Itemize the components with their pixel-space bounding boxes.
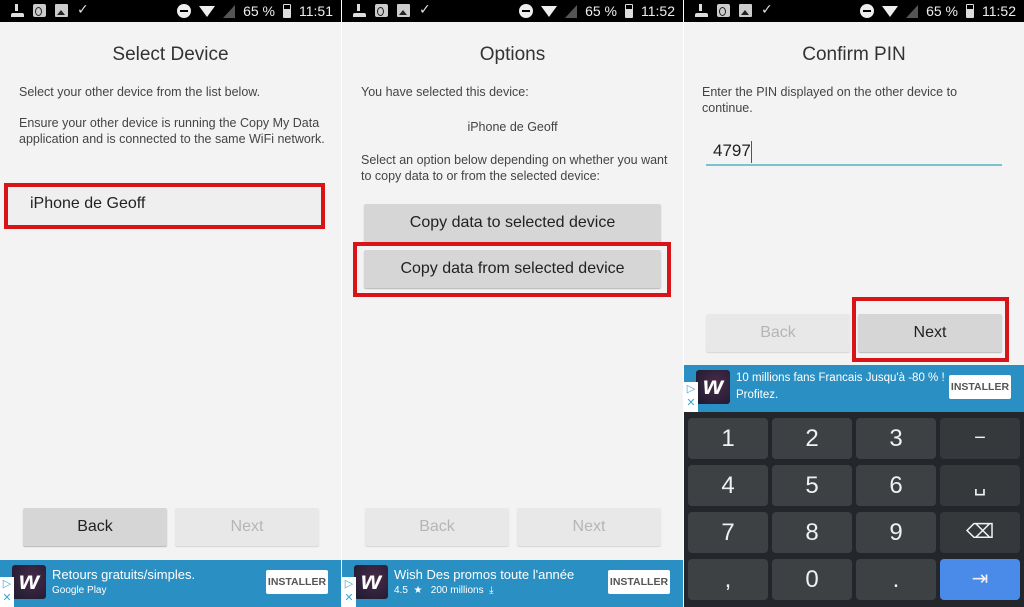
star-icon: ★ (410, 585, 428, 596)
do-not-disturb-icon (519, 4, 534, 18)
back-button[interactable]: Back (365, 508, 509, 546)
gallery-icon (739, 4, 752, 17)
status-bar: 65 % 11:51 (0, 0, 341, 22)
next-button[interactable]: Next (858, 314, 1002, 352)
download-icon (695, 4, 708, 17)
ad-choices-icon[interactable]: ▷ ✕ (0, 577, 14, 607)
battery-percent: 65 % (585, 3, 617, 19)
wifi-icon (882, 5, 899, 17)
confirm-pin-screen: 65 % 11:52 Confirm PIN Enter the PIN dis… (684, 0, 1024, 607)
options-screen: 65 % 11:52 Options You have selected thi… (342, 0, 683, 607)
numeric-keyboard: 1 2 3 − 4 5 6 ␣ 7 8 9 ⌫ , 0 . ⇥ (684, 412, 1024, 607)
install-button[interactable]: INSTALLER (266, 570, 328, 594)
next-button[interactable]: Next (175, 508, 319, 546)
text-caret (751, 141, 752, 163)
download-icon: ⤓ (486, 585, 494, 596)
ad-choices-icon[interactable]: ▷ ✕ (342, 577, 356, 607)
instruction-text: Select your other device from the list b… (19, 85, 261, 99)
status-bar: 65 % 11:52 (342, 0, 683, 22)
key-minus[interactable]: − (940, 418, 1020, 459)
key-9[interactable]: 9 (856, 512, 936, 553)
signal-icon (223, 4, 236, 18)
clock: 11:52 (641, 3, 675, 19)
battery-icon (966, 4, 974, 18)
outlook-icon (33, 4, 46, 17)
signal-icon (906, 4, 919, 18)
option-instruction-text: Select an option below depending on whet… (361, 153, 668, 183)
wish-logo: w (12, 565, 46, 599)
key-3[interactable]: 3 (856, 418, 936, 459)
battery-icon (625, 4, 633, 18)
backspace-key-icon[interactable]: ⌫ (940, 512, 1020, 553)
key-5[interactable]: 5 (772, 465, 852, 506)
key-8[interactable]: 8 (772, 512, 852, 553)
wifi-icon (199, 5, 216, 17)
download-icon (353, 4, 366, 17)
ad-choices-icon[interactable]: ▷ ✕ (684, 382, 698, 412)
checklist-icon (419, 1, 432, 18)
wifi-instruction-text: Ensure your other device is running the … (19, 116, 325, 146)
battery-icon (283, 4, 291, 18)
next-field-key-icon[interactable]: ⇥ (940, 559, 1020, 600)
page-title: Select Device (112, 44, 229, 65)
do-not-disturb-icon (177, 4, 192, 18)
install-button[interactable]: INSTALLER (608, 570, 670, 594)
ad-banner[interactable]: w ▷ ✕ Wish Des promos toute l'année 4.5 ★… (342, 560, 683, 607)
status-bar: 65 % 11:52 (684, 0, 1024, 22)
copy-to-device-button[interactable]: Copy data to selected device (364, 204, 661, 242)
key-6[interactable]: 6 (856, 465, 936, 506)
ad-title: Retours gratuits/simples. (52, 567, 196, 582)
back-button[interactable]: Back (706, 314, 850, 352)
battery-percent: 65 % (926, 3, 958, 19)
select-device-screen: 65 % 11:51 Select Device Select your oth… (0, 0, 341, 607)
signal-icon (565, 4, 578, 18)
selected-device-label: You have selected this device: (361, 85, 529, 99)
checklist-icon (77, 1, 90, 18)
ad-title: Wish Des promos toute l'année (394, 567, 575, 582)
ad-banner[interactable]: w ▷ ✕ 10 millions fans Francais Jusqu'à -… (684, 365, 1024, 412)
ad-rating: 4.5 (394, 585, 408, 596)
checklist-icon (761, 1, 774, 18)
do-not-disturb-icon (860, 4, 875, 18)
download-icon (11, 4, 24, 17)
ad-subtitle: Google Play (52, 585, 107, 596)
key-comma[interactable]: , (688, 559, 768, 600)
pin-instruction-text: Enter the PIN displayed on the other dev… (702, 85, 958, 115)
key-2[interactable]: 2 (772, 418, 852, 459)
back-button[interactable]: Back (23, 508, 167, 546)
copy-from-device-button[interactable]: Copy data from selected device (364, 250, 661, 288)
gallery-icon (397, 4, 410, 17)
page-title: Options (479, 44, 546, 65)
battery-percent: 65 % (243, 3, 275, 19)
ad-meta: 4.5 ★ 200 millions ⤓ (394, 585, 494, 596)
clock: 11:52 (982, 3, 1016, 19)
next-button[interactable]: Next (517, 508, 661, 546)
outlook-icon (717, 4, 730, 17)
key-0[interactable]: 0 (772, 559, 852, 600)
key-1[interactable]: 1 (688, 418, 768, 459)
clock: 11:51 (299, 3, 333, 19)
key-7[interactable]: 7 (688, 512, 768, 553)
page-title: Confirm PIN (802, 44, 906, 65)
outlook-icon (375, 4, 388, 17)
key-period[interactable]: . (856, 559, 936, 600)
space-key-icon[interactable]: ␣ (940, 465, 1020, 506)
selected-device-name: iPhone de Geoff (467, 120, 558, 134)
ad-banner[interactable]: w ▷ ✕ Retours gratuits/simples. Google Pl… (0, 560, 341, 607)
key-4[interactable]: 4 (688, 465, 768, 506)
gallery-icon (55, 4, 68, 17)
ad-downloads: 200 millions (430, 585, 484, 596)
device-list-item[interactable]: iPhone de Geoff (4, 183, 325, 229)
ad-subtitle: Profitez. (736, 389, 779, 401)
install-button[interactable]: INSTALLER (949, 375, 1011, 399)
ad-title: 10 millions fans Francais Jusqu'à -80 % … (736, 372, 945, 384)
wish-logo: w (354, 565, 388, 599)
wifi-icon (541, 5, 558, 17)
wish-logo: w (696, 370, 730, 404)
